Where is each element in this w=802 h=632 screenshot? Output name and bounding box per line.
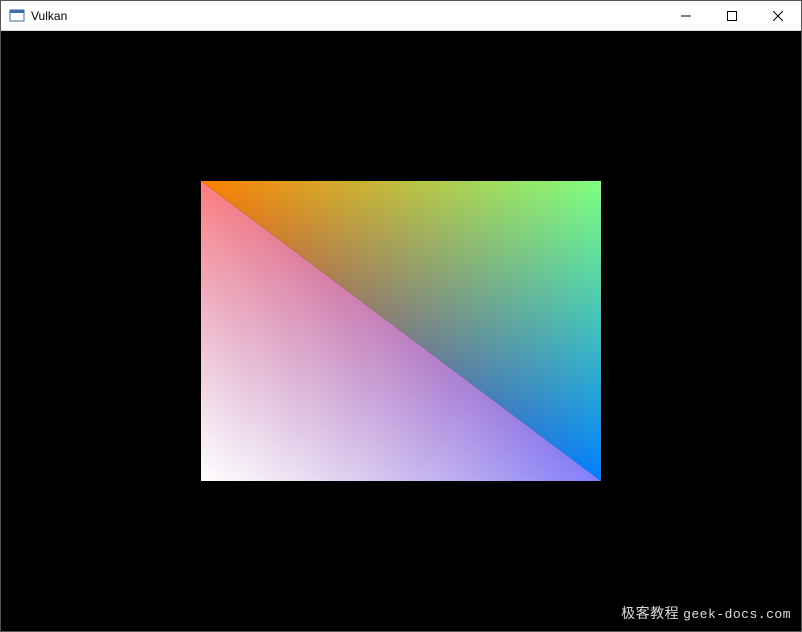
watermark-en: geek-docs.com <box>683 607 791 622</box>
titlebar[interactable]: Vulkan <box>1 1 801 31</box>
minimize-button[interactable] <box>663 1 709 30</box>
window-title: Vulkan <box>31 9 67 23</box>
close-button[interactable] <box>755 1 801 30</box>
window-controls <box>663 1 801 30</box>
maximize-button[interactable] <box>709 1 755 30</box>
watermark-zh: 极客教程 <box>621 607 679 622</box>
render-surface: 极客教程 geek-docs.com <box>1 31 801 631</box>
watermark: 极客教程 geek-docs.com <box>621 603 791 623</box>
app-window: Vulkan <box>0 0 802 632</box>
gradient-quad <box>201 181 601 481</box>
app-icon <box>9 8 25 24</box>
